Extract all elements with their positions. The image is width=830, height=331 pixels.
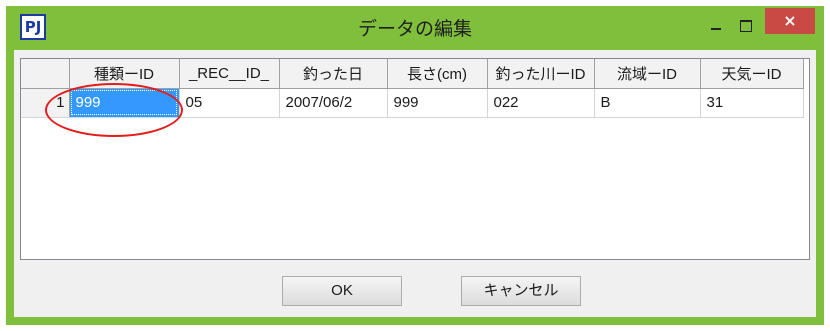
column-header-river-id[interactable]: 釣った川ーID [487,59,595,89]
dialog-client-area: 種類ーID _REC__ID_ 釣った日 長さ(cm) 釣った川ーID 流域ーI… [14,50,816,317]
ok-button[interactable]: OK [282,276,402,306]
minimize-button[interactable] [702,12,730,40]
row-header[interactable]: 1 [21,88,70,118]
column-header-weather-id[interactable]: 天気ーID [700,59,804,89]
column-header-catch-date[interactable]: 釣った日 [279,59,388,89]
column-header-basin-id[interactable]: 流域ーID [594,59,701,89]
button-bar: OK キャンセル [20,260,810,310]
close-icon: × [783,11,797,30]
app-icon: PJ [20,14,46,40]
cell-catch-date[interactable]: 2007/06/2 [279,88,388,118]
cell-weather-id[interactable]: 31 [700,88,804,118]
maximize-button[interactable] [732,12,760,40]
data-grid-table: 種類ーID _REC__ID_ 釣った日 長さ(cm) 釣った川ーID 流域ーI… [21,59,804,118]
cell-river-id[interactable]: 022 [487,88,595,118]
title-bar[interactable]: PJ データの編集 × [6,6,824,50]
cancel-button[interactable]: キャンセル [461,276,581,306]
edit-data-dialog: PJ データの編集 × 種類ーID _REC__ID_ 釣った日 長さ(cm) … [6,6,824,325]
corner-header-cell[interactable] [21,59,70,89]
close-button[interactable]: × [765,8,815,34]
table-row: 1 999 05 2007/06/2 999 022 B 31 [21,88,804,118]
cell-species-id[interactable]: 999 [69,88,180,118]
cell-basin-id[interactable]: B [594,88,701,118]
column-header-species-id[interactable]: 種類ーID [69,59,180,89]
header-row: 種類ーID _REC__ID_ 釣った日 長さ(cm) 釣った川ーID 流域ーI… [21,59,804,89]
data-grid: 種類ーID _REC__ID_ 釣った日 長さ(cm) 釣った川ーID 流域ーI… [20,58,810,260]
column-header-length[interactable]: 長さ(cm) [387,59,488,89]
cell-rec-id[interactable]: 05 [179,88,280,118]
column-header-rec-id[interactable]: _REC__ID_ [179,59,280,89]
cell-length[interactable]: 999 [387,88,488,118]
